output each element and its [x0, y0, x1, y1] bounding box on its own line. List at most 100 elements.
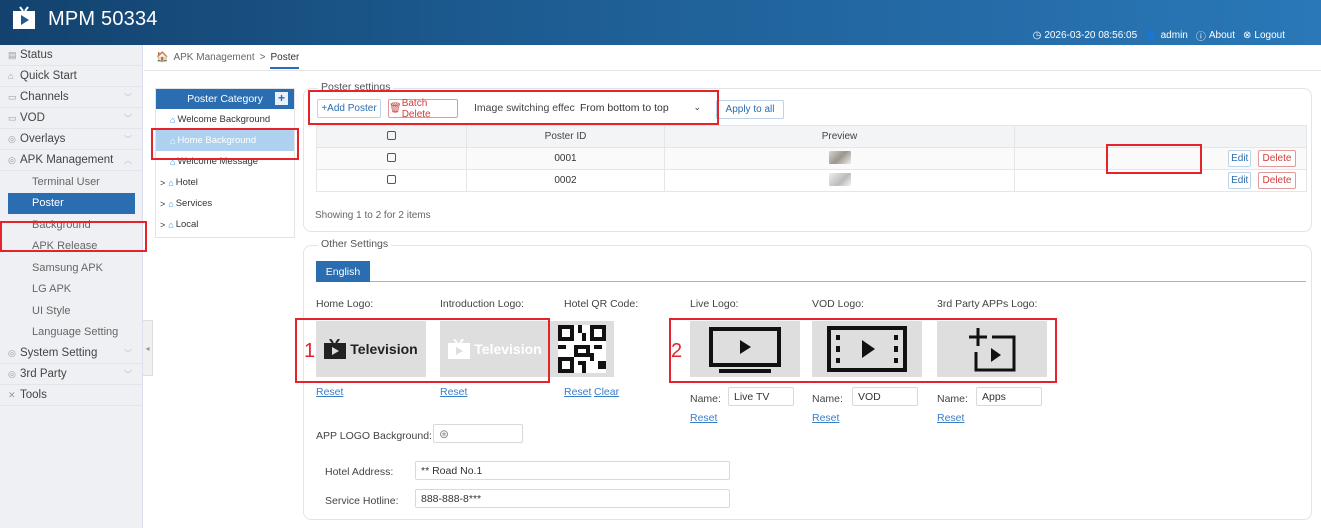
tv-icon	[324, 339, 347, 359]
sidebar-item-3rd-party[interactable]: ◎ 3rd Party ﹀	[0, 364, 142, 385]
edit-button[interactable]: Edit	[1228, 172, 1252, 189]
breadcrumb-apk-management[interactable]: APK Management	[173, 52, 254, 69]
vod-name-input[interactable]: VOD	[852, 387, 918, 406]
sidebar-item-apk-management[interactable]: ◎ APK Management ︿	[0, 150, 142, 171]
apps-name-input[interactable]: Apps	[976, 387, 1042, 406]
breadcrumb-bar: 🏠 APK Management > Poster	[144, 45, 1321, 71]
house-icon: ⌂	[168, 177, 174, 188]
vod-logo-image[interactable]	[812, 321, 922, 377]
expand-arrow-icon[interactable]: >	[160, 220, 165, 230]
house-icon: ⌂	[170, 156, 176, 167]
sidebar-sub-ui-style[interactable]: UI Style	[0, 300, 142, 322]
chevron-down-icon: ﹀	[124, 92, 132, 102]
tab-english[interactable]: English	[316, 261, 370, 282]
logout-link[interactable]: ⊗ Logout	[1243, 30, 1285, 41]
chevron-up-icon: ︿	[124, 155, 132, 165]
qr-clear-link[interactable]: Clear	[594, 386, 619, 398]
delete-button[interactable]: Delete	[1258, 150, 1296, 167]
chevron-down-icon: ⌄	[693, 102, 701, 112]
row-checkbox[interactable]	[387, 174, 396, 184]
about-link[interactable]: ⓘ About	[1196, 28, 1235, 43]
app-logo-bg-picker[interactable]: ⊛	[433, 424, 523, 443]
sidebar-item-system-setting[interactable]: ◎ System Setting ﹀	[0, 343, 142, 364]
intro-logo-reset-link[interactable]: Reset	[440, 386, 467, 398]
delete-button[interactable]: Delete	[1258, 172, 1296, 189]
sidebar-sub-terminal-user[interactable]: Terminal User	[0, 171, 142, 193]
chevron-down-icon: ﹀	[124, 348, 132, 358]
television-text: Television	[474, 341, 542, 357]
live-tv-icon	[709, 327, 781, 373]
select-all-checkbox[interactable]	[387, 130, 396, 140]
sidebar-item-overlays[interactable]: ◎ Overlays ﹀	[0, 129, 142, 150]
vod-film-icon	[827, 326, 907, 372]
other-settings-panel: Other Settings English Home Logo: Introd…	[295, 238, 1312, 520]
qr-code-image[interactable]	[550, 321, 614, 377]
home-logo-image[interactable]: Television	[316, 321, 426, 377]
service-hotline-input[interactable]: 888-888-8***	[415, 489, 730, 508]
col-actions	[1014, 125, 1307, 148]
annotation-2: 2	[671, 340, 683, 362]
category-services[interactable]: > ⌂ Services	[156, 193, 294, 214]
sidebar-item-quick-start[interactable]: ⌂ Quick Start	[0, 66, 142, 87]
poster-id-cell: 0001	[466, 147, 665, 170]
category-hotel[interactable]: > ⌂ Hotel	[156, 172, 294, 193]
category-welcome-background[interactable]: ⌂ Welcome Background	[156, 109, 294, 130]
annotation-1: 1	[304, 340, 316, 362]
apps-logo-image[interactable]	[937, 321, 1047, 377]
sidebar-sub-lg-apk[interactable]: LG APK	[0, 279, 142, 301]
live-reset-link[interactable]: Reset	[690, 412, 717, 424]
sidebar-sub-background[interactable]: Background	[0, 214, 142, 236]
apps-reset-link[interactable]: Reset	[937, 412, 964, 424]
batch-delete-button[interactable]: 🗑 Batch Delete	[388, 98, 458, 120]
sidebar-sub-apk-release[interactable]: APK Release	[0, 236, 142, 258]
sidebar-sub-language-setting[interactable]: Language Setting	[0, 322, 142, 344]
overlays-icon: ◎	[8, 133, 16, 144]
sidebar-item-status[interactable]: ▤ Status	[0, 45, 142, 66]
poster-table: Poster ID Preview 0001 Edit Delete 0002 …	[316, 125, 1307, 192]
apply-to-all-button[interactable]: Apply to all	[716, 100, 784, 119]
intro-logo-image[interactable]: Television	[440, 321, 550, 377]
sidebar-sub-samsung-apk[interactable]: Samsung APK	[0, 257, 142, 279]
user-menu[interactable]: 👤 admin	[1145, 30, 1188, 41]
add-category-icon[interactable]: +	[275, 92, 288, 105]
vod-reset-link[interactable]: Reset	[812, 412, 839, 424]
breadcrumb-separator: >	[259, 52, 266, 63]
hotel-address-input[interactable]: ** Road No.1	[415, 461, 730, 480]
sidebar-sub-poster[interactable]: Poster	[8, 192, 135, 214]
edit-button[interactable]: Edit	[1228, 150, 1252, 167]
effect-select[interactable]: From bottom to top ⌄	[575, 98, 707, 117]
poster-settings-legend: Poster settings	[318, 81, 394, 93]
category-local[interactable]: > ⌂ Local	[156, 214, 294, 235]
poster-thumbnail[interactable]	[828, 172, 851, 186]
live-name-label: Name:	[690, 393, 721, 405]
expand-arrow-icon[interactable]: >	[160, 199, 165, 209]
sidebar-item-tools[interactable]: ✕ Tools	[0, 385, 142, 406]
app-logo-bg-label: APP LOGO Background:	[316, 430, 432, 442]
qr-reset-link[interactable]: Reset	[564, 386, 591, 398]
breadcrumb: 🏠 APK Management > Poster	[156, 52, 300, 69]
category-welcome-message[interactable]: ⌂ Welcome Message	[156, 151, 294, 172]
color-picker-icon: ⊛	[439, 426, 450, 441]
sidebar-collapse-toggle[interactable]: ◂	[143, 320, 153, 376]
chevron-down-icon: ﹀	[124, 369, 132, 379]
add-poster-button[interactable]: +Add Poster	[317, 99, 381, 118]
poster-thumbnail[interactable]	[828, 150, 851, 164]
qr-code-label: Hotel QR Code:	[564, 298, 639, 310]
top-header: MPM 50334 ◷ 2026-03-20 08:56:05 👤 admin ⓘ A…	[0, 0, 1321, 45]
sidebar-item-channels[interactable]: ▭ Channels ﹀	[0, 87, 142, 108]
chevron-down-icon: ﹀	[124, 113, 132, 123]
hotel-address-label: Hotel Address:	[325, 466, 394, 478]
row-checkbox[interactable]	[387, 152, 396, 162]
datetime: ◷ 2026-03-20 08:56:05	[1032, 30, 1138, 41]
category-home-background[interactable]: ⌂ Home Background	[156, 130, 294, 151]
third-party-logo-label: 3rd Party APPs Logo:	[937, 298, 1038, 310]
sidebar-item-vod[interactable]: ▭ VOD ﹀	[0, 108, 142, 129]
other-settings-legend: Other Settings	[318, 238, 392, 250]
live-name-input[interactable]: Live TV	[728, 387, 794, 406]
live-logo-image[interactable]	[690, 321, 800, 377]
channels-icon: ▭	[8, 91, 17, 102]
home-logo-reset-link[interactable]: Reset	[316, 386, 343, 398]
expand-arrow-icon[interactable]: >	[160, 178, 165, 188]
breadcrumb-current: Poster	[270, 52, 300, 69]
preview-cell	[664, 169, 1015, 192]
